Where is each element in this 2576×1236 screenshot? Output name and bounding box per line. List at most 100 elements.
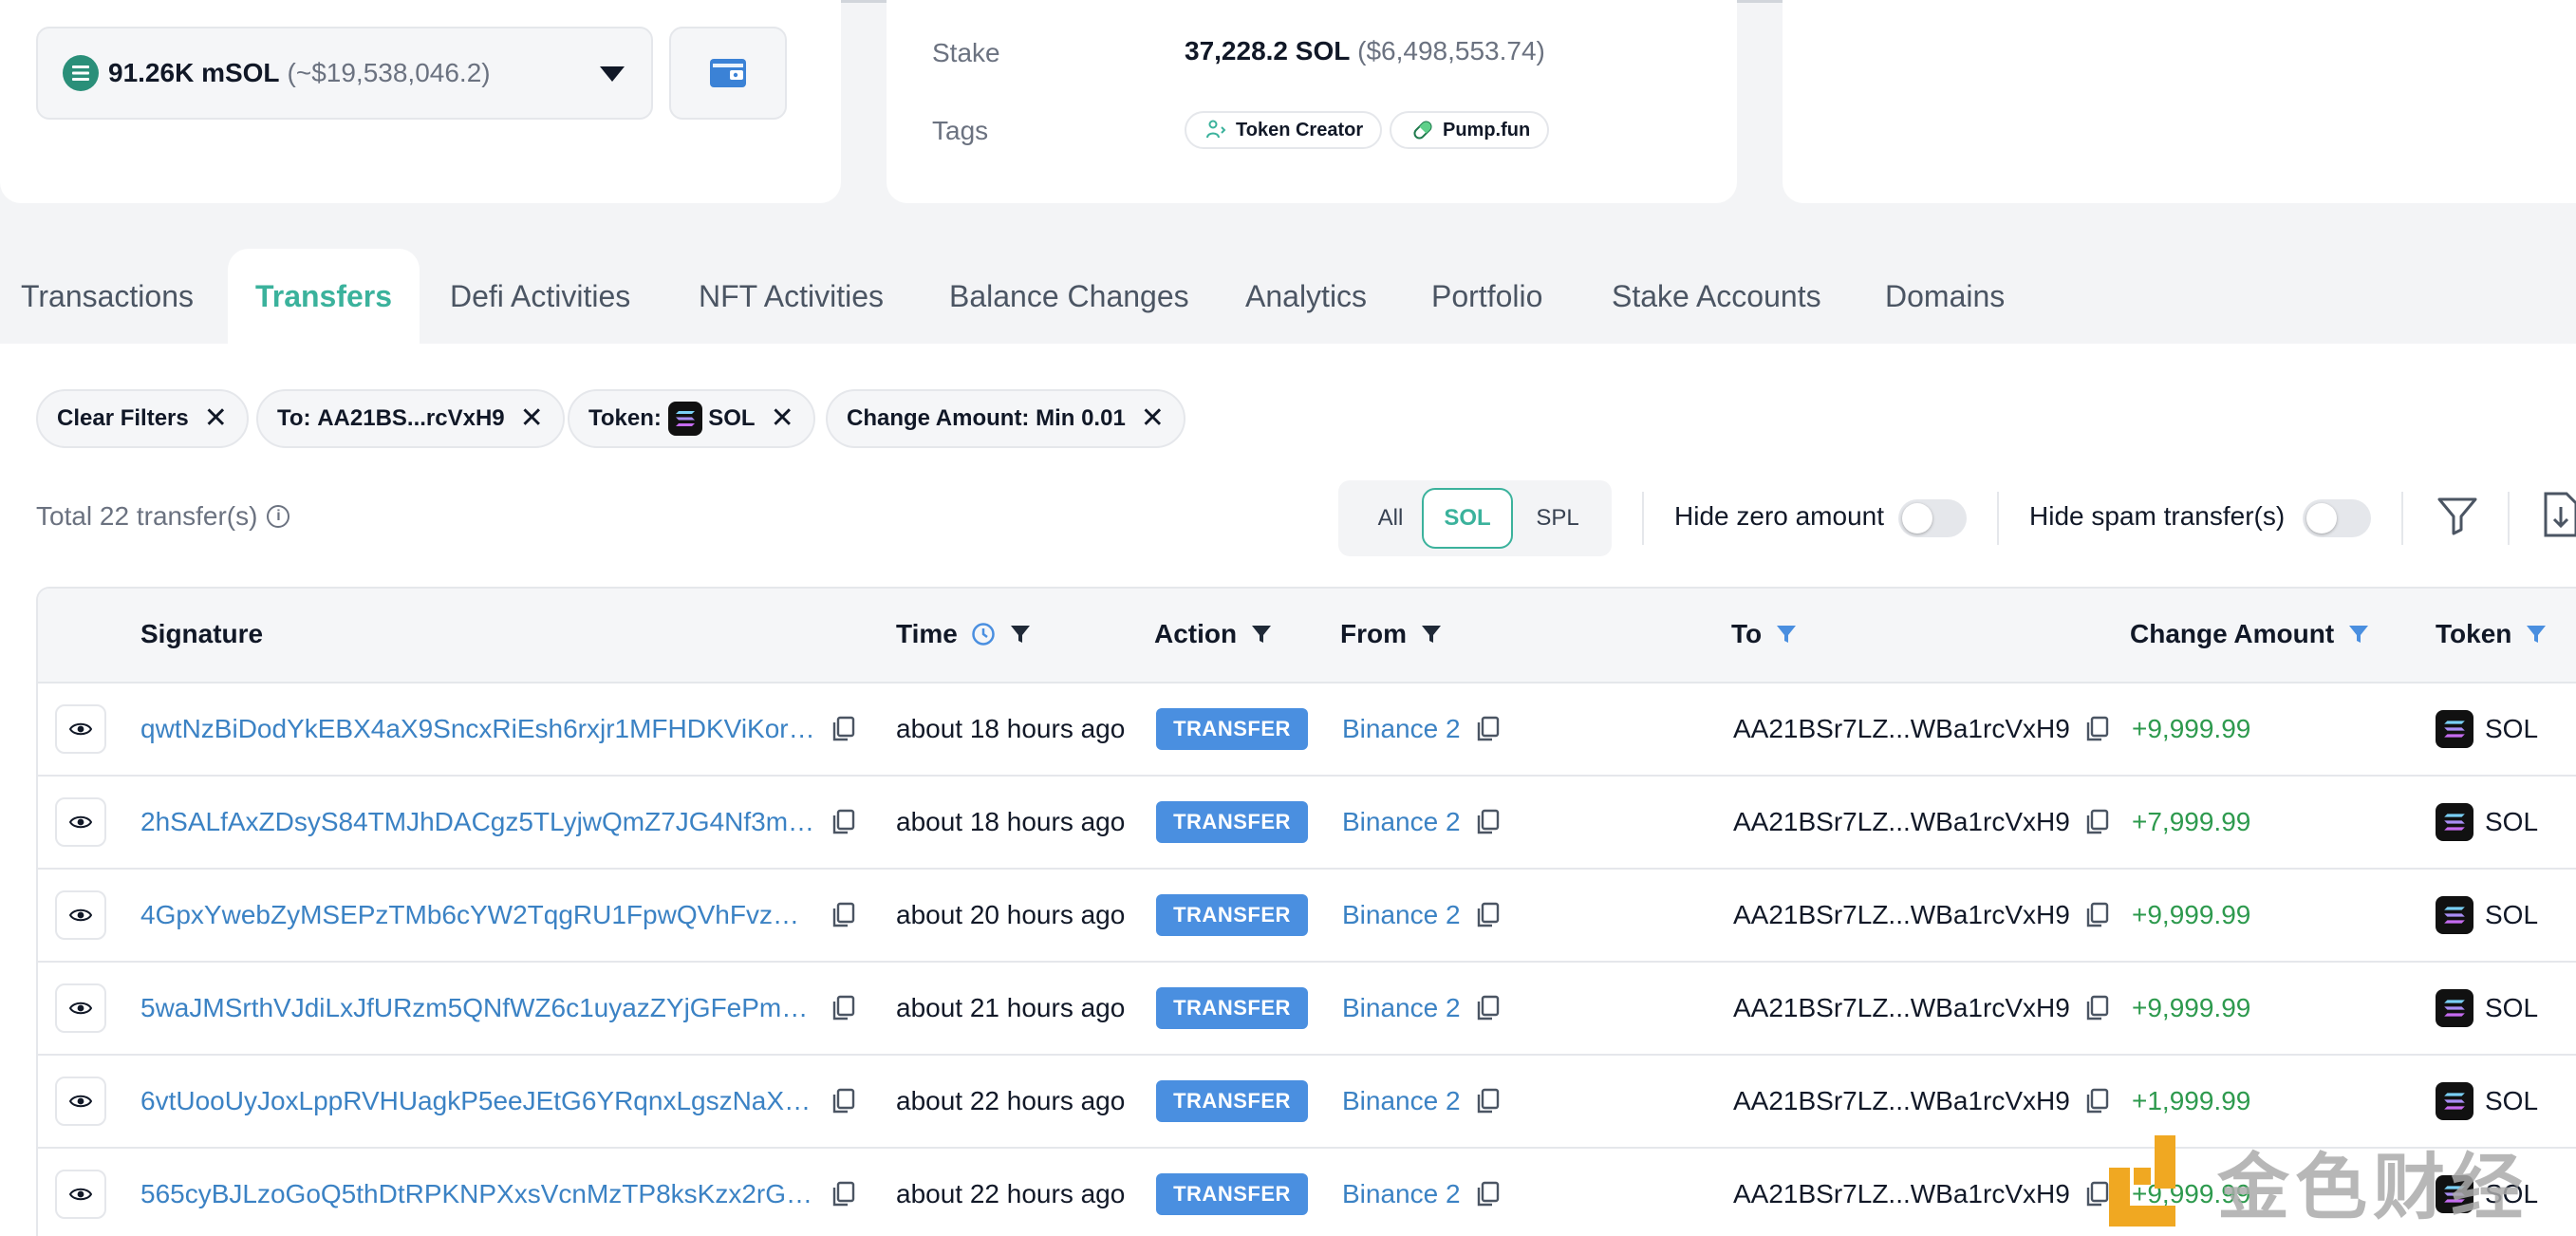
copy-icon[interactable]: [2083, 808, 2110, 836]
copy-icon[interactable]: [2083, 715, 2110, 743]
tab-transactions[interactable]: Transactions: [21, 249, 194, 344]
filter-active-icon[interactable]: [1775, 623, 1798, 646]
copy-icon[interactable]: [2083, 901, 2110, 929]
account-info-card: Stake 37,228.2 SOL ($6,498,553.74) Tags …: [887, 0, 1737, 203]
from-cell: Binance 2: [1342, 1149, 1501, 1236]
copy-icon[interactable]: [1474, 715, 1501, 743]
tab-balance-changes[interactable]: Balance Changes: [949, 249, 1189, 344]
copy-icon[interactable]: [830, 901, 856, 929]
solana-icon: [2436, 989, 2473, 1027]
token-cell[interactable]: SOL: [2436, 777, 2538, 868]
signature-link[interactable]: 4GpxYwebZyMSEPzTMb6cYW2TqgRU1FpwQVhFvzWN…: [140, 870, 816, 961]
from-link[interactable]: Binance 2: [1342, 993, 1461, 1023]
signature-link[interactable]: 5waJMSrthVJdiLxJfURzm5QNfWZ6c1uyazZYjGFe…: [140, 963, 816, 1054]
wallet-button[interactable]: [669, 27, 787, 120]
hide-spam-label: Hide spam transfer(s): [2029, 501, 2286, 531]
segment-sol[interactable]: SOL: [1422, 488, 1513, 549]
copy-icon[interactable]: [2083, 994, 2110, 1022]
copy-icon[interactable]: [830, 1087, 856, 1115]
copy-icon[interactable]: [1474, 994, 1501, 1022]
filter-chip-to[interactable]: To: AA21BS...rcVxH9 ✕: [256, 389, 565, 448]
from-link[interactable]: Binance 2: [1342, 807, 1461, 837]
filter-active-icon[interactable]: [2525, 623, 2548, 646]
hide-zero-amount-toggle[interactable]: [1898, 499, 1967, 537]
column-token: Token: [2436, 619, 2548, 649]
token-symbol: SOL: [2485, 900, 2539, 929]
signature-link[interactable]: 6vtUooUyJoxLppRVHUagkP5eeJEtG6YRqnxLgszN…: [140, 1056, 816, 1147]
tab-nft-activities[interactable]: NFT Activities: [699, 249, 884, 344]
view-details-button[interactable]: [55, 704, 106, 754]
token-creator-icon: [1206, 120, 1226, 139]
tab-stake-accounts[interactable]: Stake Accounts: [1612, 249, 1821, 344]
token-holdings-dropdown[interactable]: 91.26K mSOL (~$19,538,046.2): [36, 27, 653, 120]
close-icon[interactable]: ✕: [771, 404, 794, 433]
copy-icon[interactable]: [830, 994, 856, 1022]
copy-icon[interactable]: [830, 1180, 856, 1208]
action-badge: TRANSFER: [1156, 987, 1308, 1029]
table-row: 4GpxYwebZyMSEPzTMb6cYW2TqgRU1FpwQVhFvzWN…: [38, 870, 2576, 963]
from-link[interactable]: Binance 2: [1342, 1179, 1461, 1209]
from-link[interactable]: Binance 2: [1342, 714, 1461, 744]
tab-analytics[interactable]: Analytics: [1245, 249, 1367, 344]
filter-icon[interactable]: [1250, 623, 1273, 646]
tab-transfers[interactable]: Transfers: [228, 249, 420, 344]
watermark-logo: [2105, 1133, 2200, 1228]
signature-link[interactable]: 565cyBJLzoGoQ5thDtRPKNPXxsVcnMzTP8ksKzx2…: [140, 1149, 816, 1236]
from-link[interactable]: Binance 2: [1342, 900, 1461, 930]
filter-active-icon[interactable]: [2347, 623, 2370, 646]
tab-defi-activities[interactable]: Defi Activities: [450, 249, 630, 344]
segment-all[interactable]: All: [1357, 488, 1424, 549]
token-usd-value: (~$19,538,046.2): [287, 58, 491, 87]
column-time: Time: [896, 619, 1032, 649]
clear-filters-chip[interactable]: Clear Filters ✕: [36, 389, 249, 448]
token-cell[interactable]: SOL: [2436, 963, 2538, 1054]
close-icon[interactable]: ✕: [520, 404, 544, 433]
copy-icon[interactable]: [1474, 808, 1501, 836]
view-details-button[interactable]: [55, 1077, 106, 1126]
copy-icon[interactable]: [830, 715, 856, 743]
column-change-label: Change Amount: [2130, 619, 2335, 648]
close-icon[interactable]: ✕: [1141, 404, 1165, 433]
tag-token-creator[interactable]: Token Creator: [1185, 111, 1383, 149]
filter-token-label: Token:: [588, 405, 662, 431]
tab-bar: Transactions Transfers Defi Activities N…: [0, 249, 2576, 344]
column-action-label: Action: [1154, 619, 1238, 648]
from-link[interactable]: Binance 2: [1342, 1086, 1461, 1116]
filter-chip-change-amount[interactable]: Change Amount: Min 0.01 ✕: [826, 389, 1185, 448]
tab-portfolio[interactable]: Portfolio: [1431, 249, 1542, 344]
time-cell: about 18 hours ago: [896, 714, 1126, 743]
close-icon[interactable]: ✕: [204, 404, 228, 433]
info-icon[interactable]: i: [267, 505, 290, 528]
signature-link[interactable]: 2hSALfAxZDsyS84TMJhDACgz5TLyjwQmZ7JG4Nf3…: [140, 777, 816, 868]
stake-label: Stake: [932, 38, 1000, 67]
filter-chip-token[interactable]: Token: SOL ✕: [568, 389, 815, 448]
view-details-button[interactable]: [55, 797, 106, 847]
token-cell[interactable]: SOL: [2436, 870, 2538, 961]
tag-pump-fun[interactable]: Pump.fun: [1390, 111, 1550, 149]
view-details-button[interactable]: [55, 890, 106, 940]
copy-icon[interactable]: [1474, 1087, 1501, 1115]
clock-icon[interactable]: [971, 622, 996, 646]
filter-button[interactable]: [2436, 494, 2479, 542]
copy-icon[interactable]: [2083, 1087, 2110, 1115]
filter-token-value: SOL: [708, 405, 756, 431]
hide-spam-toggle[interactable]: [2303, 499, 2371, 537]
view-details-button[interactable]: [55, 1170, 106, 1219]
signature-link[interactable]: qwtNzBiDodYkEBX4aX9SncxRiEsh6rxjr1MFHDKV…: [140, 684, 816, 775]
token-symbol: SOL: [2485, 807, 2539, 836]
from-cell: Binance 2: [1342, 963, 1501, 1054]
action-badge: TRANSFER: [1156, 1173, 1308, 1215]
view-details-button[interactable]: [55, 983, 106, 1033]
segment-spl[interactable]: SPL: [1522, 488, 1593, 549]
filter-icon[interactable]: [1009, 623, 1032, 646]
export-button[interactable]: [2542, 490, 2576, 544]
signature-cell: 4GpxYwebZyMSEPzTMb6cYW2TqgRU1FpwQVhFvzWN…: [140, 870, 856, 961]
filter-icon[interactable]: [1420, 623, 1443, 646]
action-cell: TRANSFER: [1156, 870, 1308, 961]
copy-icon[interactable]: [1474, 1180, 1501, 1208]
copy-icon[interactable]: [1474, 901, 1501, 929]
column-token-label: Token: [2436, 619, 2512, 648]
tab-domains[interactable]: Domains: [1885, 249, 2005, 344]
token-cell[interactable]: SOL: [2436, 684, 2538, 775]
copy-icon[interactable]: [830, 808, 856, 836]
